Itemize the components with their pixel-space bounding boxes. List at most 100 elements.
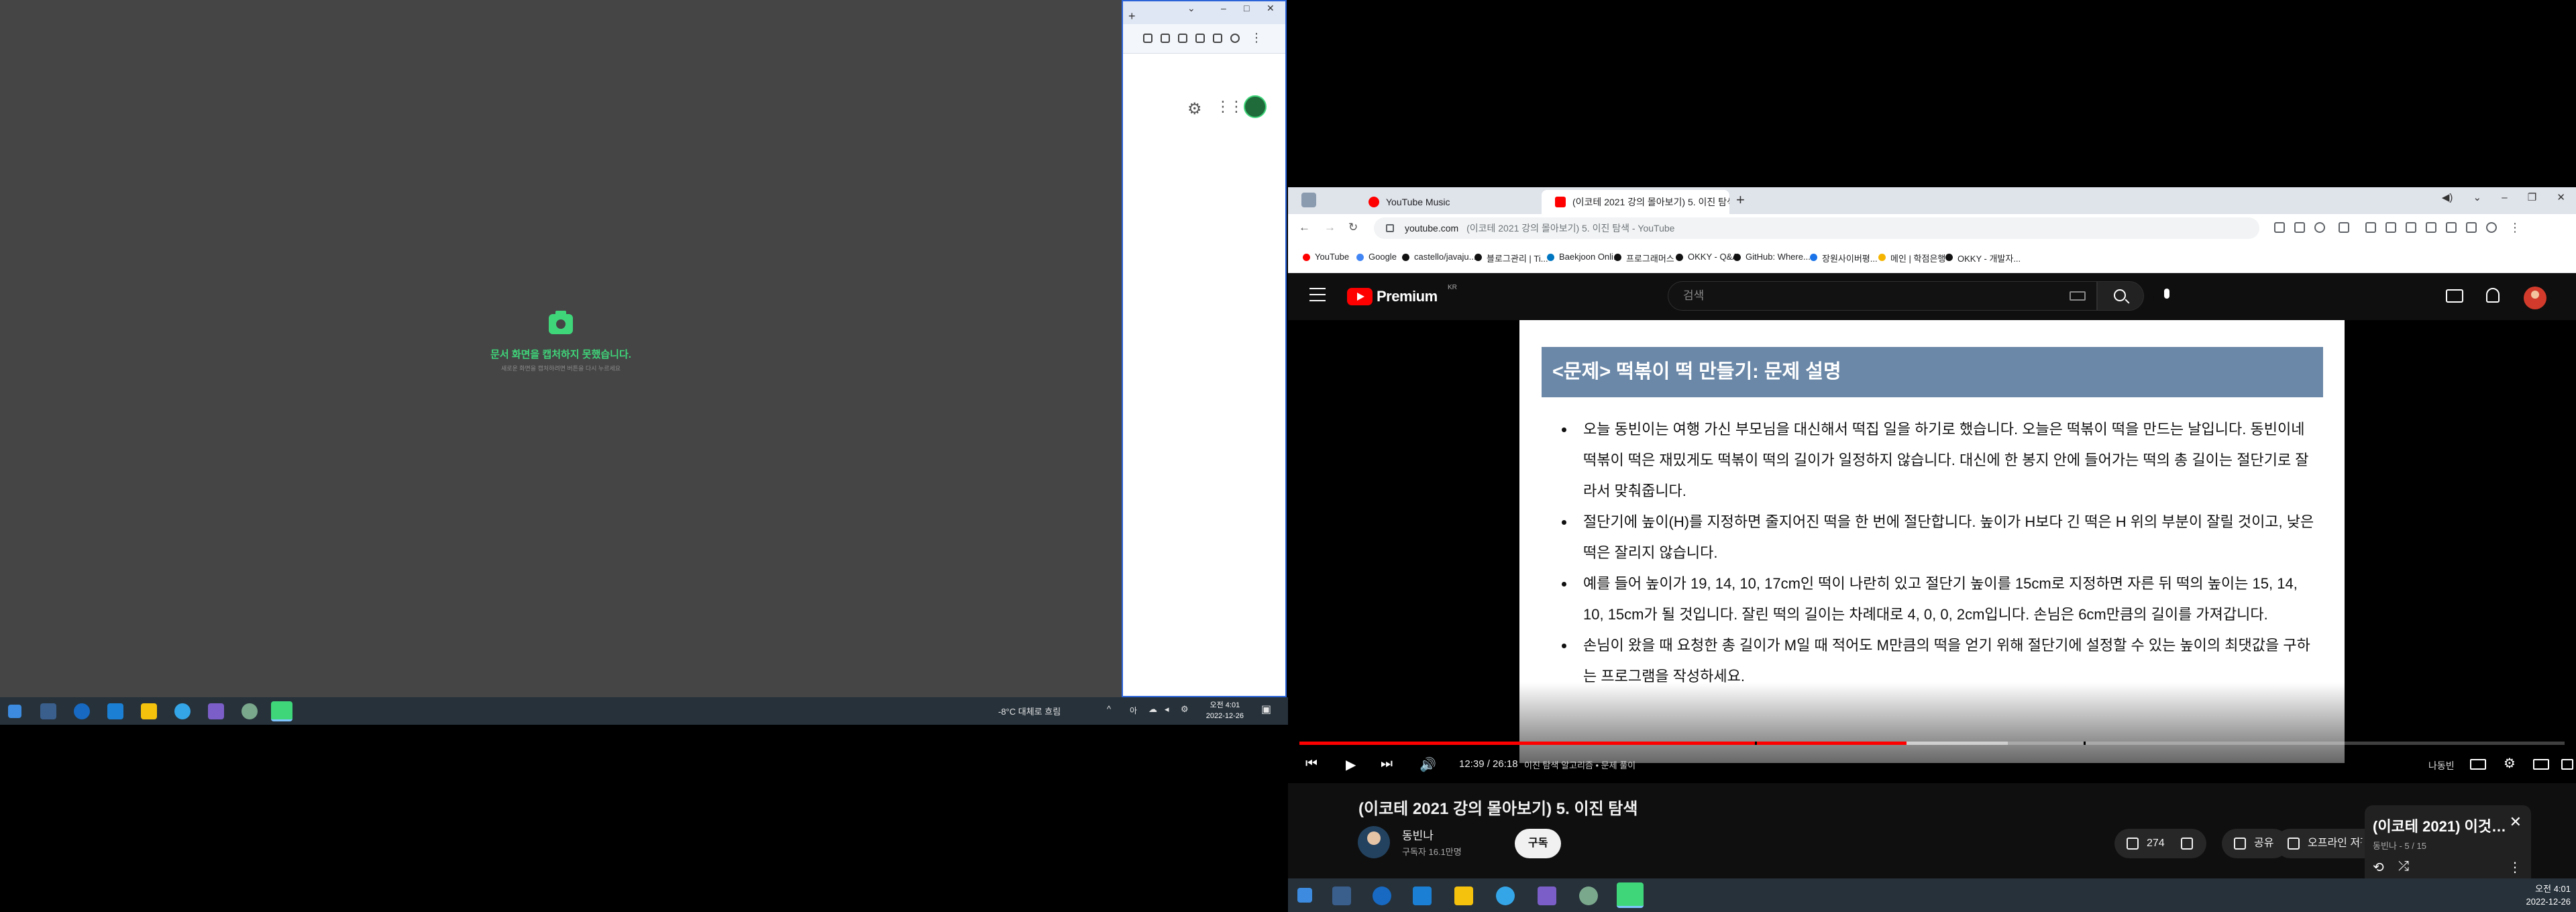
- task-view-icon[interactable]: [40, 703, 56, 719]
- chapter-title[interactable]: 이진 탐색 알고리즘 • 문제 풀이: [1524, 758, 1635, 771]
- shuffle-icon[interactable]: ⤮: [2398, 859, 2409, 874]
- bookmark-star-icon[interactable]: [2339, 222, 2349, 233]
- gear-icon[interactable]: ⚙: [1187, 99, 1202, 119]
- minimize-icon[interactable]: –: [2502, 192, 2507, 203]
- bookmark-item[interactable]: 메인 | 학점은행: [1878, 252, 1945, 264]
- maximize-icon[interactable]: □: [1244, 3, 1249, 13]
- avatar[interactable]: [1244, 95, 1267, 118]
- tab-search-icon[interactable]: [1301, 193, 1316, 207]
- audio-icon[interactable]: ◀): [2442, 192, 2453, 203]
- extension-icon[interactable]: [1178, 34, 1187, 43]
- keyboard-icon[interactable]: [2070, 291, 2086, 301]
- share-icon[interactable]: [2314, 222, 2325, 233]
- bookmark-item[interactable]: 블로그관리 | Ti...: [1474, 252, 1548, 264]
- bookmark-item[interactable]: Google: [1356, 252, 1397, 262]
- bookmark-item[interactable]: Baekjoon Onli...: [1547, 252, 1621, 262]
- bookmark-item[interactable]: 프로그래머스: [1614, 252, 1674, 264]
- next-icon[interactable]: ⏭: [1381, 756, 1393, 772]
- volume-icon[interactable]: 🔊: [1419, 756, 1436, 773]
- maps-icon[interactable]: [74, 703, 90, 719]
- profile-icon[interactable]: [2486, 222, 2497, 233]
- tab-youtube-music[interactable]: YouTube Music: [1355, 190, 1516, 214]
- create-video-icon[interactable]: [2446, 289, 2463, 303]
- bookmark-item[interactable]: YouTube: [1303, 252, 1349, 262]
- screenshot-icon[interactable]: [2446, 222, 2457, 233]
- chevron-down-icon[interactable]: ⌄: [1187, 3, 1195, 14]
- video-player[interactable]: <문제> 떡볶이 떡 만들기: 문제 설명 오늘 동빈이는 여행 가신 부모님을…: [1288, 320, 2576, 783]
- theater-mode-icon[interactable]: [2561, 759, 2573, 770]
- sidebar-icon[interactable]: [1213, 34, 1222, 43]
- search-icon[interactable]: [2097, 281, 2144, 311]
- eclipse-icon[interactable]: [1538, 886, 1556, 905]
- channel-name[interactable]: 동빈나: [1402, 826, 1434, 843]
- forward-icon[interactable]: →: [1324, 221, 1336, 234]
- maps-icon[interactable]: [1373, 886, 1391, 905]
- bookmark-item[interactable]: GitHub: Where...: [1733, 252, 1811, 262]
- sidebar-icon[interactable]: [2466, 222, 2477, 233]
- tab-active-video[interactable]: (이코테 2021 강의 몰아보기) 5. 이진 탐색: [1542, 190, 1729, 214]
- microphone-icon[interactable]: [2153, 283, 2180, 309]
- playlist-title[interactable]: (이코테 2021) 이것이 취업을 위한 코딩 테스트다: [2373, 815, 2507, 836]
- bookmark-item[interactable]: 장원사이버평...: [1810, 252, 1878, 264]
- close-icon[interactable]: ✕: [2510, 813, 2522, 831]
- clock[interactable]: 오전 4:01 2022-12-26: [1206, 700, 1244, 721]
- new-tab-icon[interactable]: +: [1736, 191, 1745, 209]
- kebab-menu-icon[interactable]: ⋮: [2508, 859, 2522, 876]
- capture-app-icon[interactable]: [271, 701, 292, 721]
- extension-icon[interactable]: [2426, 222, 2436, 233]
- task-view-icon[interactable]: [1332, 886, 1351, 905]
- hamburger-menu-icon[interactable]: [1309, 288, 1326, 301]
- sticky-notes-icon[interactable]: [1454, 886, 1473, 905]
- subscribe-button[interactable]: 구독: [1515, 829, 1562, 858]
- loop-icon[interactable]: ⟲: [2373, 859, 2384, 876]
- close-icon[interactable]: ✕: [1267, 3, 1275, 14]
- reading-list-icon[interactable]: [2365, 222, 2376, 233]
- clock[interactable]: 오전 4:01 2022-12-26: [2526, 882, 2571, 908]
- settings-gear-icon[interactable]: ⚙: [2504, 755, 2516, 772]
- subtitles-icon[interactable]: [2470, 759, 2486, 770]
- close-icon[interactable]: ✕: [2557, 192, 2565, 203]
- new-tab-icon[interactable]: +: [1128, 9, 1136, 23]
- app-icon[interactable]: [1579, 886, 1598, 905]
- volume-icon[interactable]: ◂: [1165, 704, 1169, 715]
- url-bar[interactable]: youtube.com (이코테 2021 강의 몰아보기) 5. 이진 탐색 …: [1374, 217, 2259, 239]
- camera-icon[interactable]: [549, 311, 573, 334]
- weather-text[interactable]: -8°C 대체로 흐림: [998, 705, 1061, 717]
- chevron-down-icon[interactable]: ⌄: [2473, 192, 2482, 203]
- eclipse-icon[interactable]: [208, 703, 224, 719]
- sticky-notes-icon[interactable]: [141, 703, 157, 719]
- cast-icon[interactable]: [2294, 222, 2305, 233]
- restore-icon[interactable]: ❐: [2528, 192, 2536, 203]
- notification-icon[interactable]: ▣: [1261, 703, 1271, 716]
- download-icon[interactable]: [2406, 222, 2416, 233]
- list-icon[interactable]: [1143, 34, 1152, 43]
- miniplayer-icon[interactable]: [2533, 759, 2549, 770]
- bird-app-icon[interactable]: [174, 703, 191, 719]
- previous-icon[interactable]: ⏮: [1305, 756, 1318, 772]
- vscode-icon[interactable]: [1413, 886, 1432, 905]
- bell-icon[interactable]: [2486, 288, 2500, 303]
- tray-chevron-icon[interactable]: ^: [1107, 704, 1111, 714]
- progress-bar[interactable]: [1299, 742, 2565, 745]
- channel-avatar[interactable]: [1358, 826, 1390, 858]
- avatar[interactable]: [2524, 287, 2546, 309]
- capture-app-icon[interactable]: [1617, 882, 1644, 908]
- back-icon[interactable]: ←: [1299, 221, 1310, 234]
- download-icon[interactable]: [1161, 34, 1170, 43]
- tab-groups-icon[interactable]: [2385, 222, 2396, 233]
- vscode-icon[interactable]: [107, 703, 123, 719]
- settings-icon[interactable]: ⚙: [1181, 704, 1189, 715]
- bird-app-icon[interactable]: [1496, 886, 1515, 905]
- like-button[interactable]: 274: [2114, 829, 2206, 858]
- screenshot-icon[interactable]: [1195, 34, 1205, 43]
- bookmark-item[interactable]: castello/javaju...: [1402, 252, 1477, 262]
- bookmark-item[interactable]: OKKY - 개발자...: [1945, 252, 2021, 264]
- reload-icon[interactable]: ↻: [1348, 221, 1358, 234]
- start-icon[interactable]: [1297, 888, 1312, 903]
- ime-text[interactable]: 아: [1130, 705, 1137, 716]
- search-input[interactable]: 검색: [1668, 281, 2097, 311]
- bookmark-item[interactable]: OKKY - Q&A: [1676, 252, 1738, 262]
- install-icon[interactable]: [2274, 222, 2285, 233]
- thumbs-down-icon[interactable]: [2180, 838, 2193, 850]
- start-icon[interactable]: [8, 705, 21, 718]
